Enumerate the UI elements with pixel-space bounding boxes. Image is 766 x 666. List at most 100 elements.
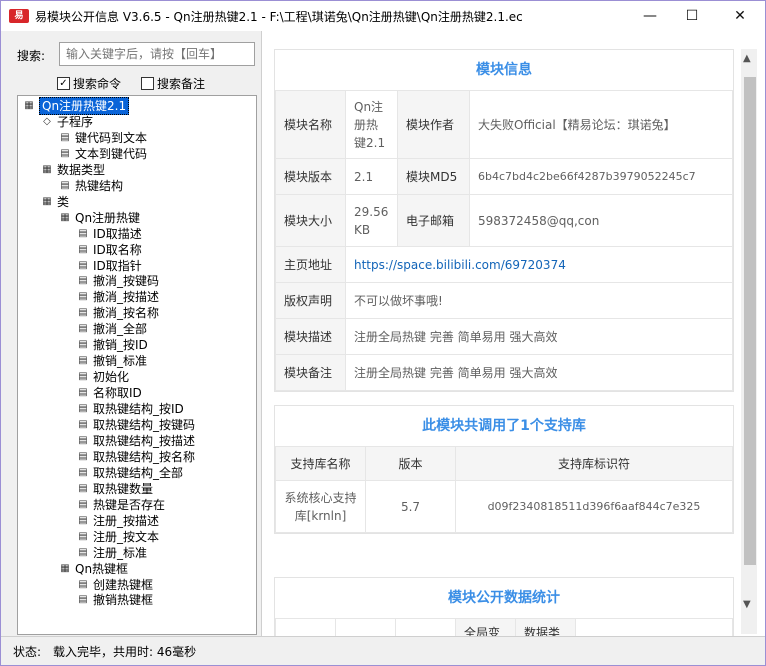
method-icon: ▤: [78, 530, 88, 542]
scroll-up-icon[interactable]: ▲: [743, 53, 751, 64]
datatype-icon: ▦: [42, 163, 52, 175]
method-icon: ▤: [60, 179, 70, 191]
tree-item[interactable]: ▤ 初始化: [76, 369, 129, 385]
tree-item-label: ID取名称: [93, 242, 142, 257]
search-input[interactable]: [59, 42, 255, 66]
tree-item-label: 创建热键框: [93, 577, 154, 592]
tree-item[interactable]: ▦ Qn注册热键: [58, 210, 140, 226]
tree-item-label: 热键结构: [75, 178, 124, 193]
method-icon: ▤: [78, 546, 88, 558]
support-lib-table: 支持库名称 版本 支持库标识符 系统核心支持库[krnln] 5.7 d09f2…: [275, 446, 733, 533]
scroll-down-icon[interactable]: ▼: [743, 599, 751, 610]
tree-item-label: 注册_按文本: [93, 529, 160, 544]
copyright-label: 版权声明: [275, 282, 346, 319]
tree-item[interactable]: ▤ 取热键结构_按名称: [76, 449, 195, 465]
tree-item[interactable]: ▤ 撤消_按描述: [76, 289, 159, 305]
tree-item[interactable]: ▤ ID取指针: [76, 258, 142, 274]
version-value: 2.1: [345, 158, 398, 195]
status-text: 载入完毕，共用时: 46毫秒: [53, 644, 197, 659]
tree-item[interactable]: ▤ 撤销_按ID: [76, 337, 148, 353]
checkbox-checked-icon: ✓: [57, 77, 70, 90]
tree-item-label: 撤销_按ID: [93, 338, 148, 353]
stats-card: 模块公开数据统计 全局变 数据类: [274, 577, 734, 636]
tree-item-label: ID取描述: [93, 226, 142, 241]
tree-item[interactable]: ▤ 取热键结构_全部: [76, 465, 183, 481]
tree-item[interactable]: ▤ 注册_标准: [76, 545, 147, 561]
vertical-scrollbar[interactable]: ▲ ▼: [741, 49, 757, 634]
email-value: 598372458@qq,con: [469, 194, 733, 247]
search-note-checkbox[interactable]: 搜索备注: [141, 75, 205, 92]
method-icon: ▤: [78, 434, 88, 446]
stats-col-b: 数据类: [515, 618, 576, 636]
tree-item[interactable]: ▤ ID取名称: [76, 242, 142, 258]
tree-item-label: 撤消_按描述: [93, 290, 160, 305]
tree-item[interactable]: ▤ ID取描述: [76, 226, 142, 242]
tree-item[interactable]: ▤ 取热键结构_按键码: [76, 417, 195, 433]
method-icon: ▤: [78, 514, 88, 526]
tree-item[interactable]: ▦ Qn注册热键2.1: [22, 97, 130, 115]
method-icon: ▤: [78, 498, 88, 510]
name-label: 模块名称: [275, 90, 346, 159]
tree-item-label: 取热键结构_全部: [93, 465, 184, 480]
tree-item[interactable]: ▤ 撤销_标准: [76, 353, 147, 369]
scroll-thumb[interactable]: [744, 77, 756, 565]
tree-item[interactable]: ▤ 热键结构: [58, 178, 123, 194]
tree-item[interactable]: ▤ 取热键结构_按ID: [76, 401, 184, 417]
tree-item[interactable]: ▤ 文本到键代码: [58, 146, 147, 162]
tree-item[interactable]: ▤ 键代码到文本: [58, 130, 147, 146]
tree-item[interactable]: ▦ Qn热键框: [58, 561, 128, 577]
module-info-card: 模块信息 模块名称 Qn注册热键2.1 模块作者 大失败Official【精易论…: [274, 49, 734, 392]
tree-item[interactable]: ▤ 撤销热键框: [76, 592, 153, 608]
tree-item[interactable]: ▤ 取热键结构_按描述: [76, 433, 195, 449]
search-command-label: 搜索命令: [73, 77, 122, 91]
tree-item[interactable]: ◇ 子程序: [40, 114, 93, 130]
checkbox-unchecked-icon: [141, 77, 154, 90]
module-icon: ▦: [24, 100, 34, 111]
tree-item-label: 撤销热键框: [93, 593, 154, 608]
method-icon: ▤: [78, 259, 88, 271]
col-lib-name: 支持库名称: [275, 446, 366, 481]
table-row: 系统核心支持库[krnln] 5.7 d09f2340818511d396f6a…: [275, 480, 733, 533]
method-icon: ▤: [78, 578, 88, 590]
search-command-checkbox[interactable]: ✓ 搜索命令: [57, 75, 121, 92]
module-info-table: 模块名称 Qn注册热键2.1 模块作者 大失败Official【精易论坛：琪诺兔…: [275, 90, 733, 391]
name-value: Qn注册热键2.1: [345, 90, 398, 159]
tree-item[interactable]: ▤ 撤消_按键码: [76, 273, 159, 289]
tree-item-label: 撤销_标准: [93, 354, 148, 369]
col-lib-id: 支持库标识符: [455, 446, 733, 481]
status-label: 状态:: [13, 644, 42, 659]
tree-item[interactable]: ▤ 热键是否存在: [76, 497, 165, 513]
tree-item-label: 注册_标准: [93, 545, 148, 560]
method-icon: ▤: [78, 594, 88, 606]
lib-name: 系统核心支持库[krnln]: [275, 480, 366, 533]
tree-item[interactable]: ▦ 类: [40, 194, 69, 210]
tree-item-label: 名称取ID: [93, 386, 142, 401]
tree-item-label: 键代码到文本: [75, 130, 148, 145]
tree-item[interactable]: ▤ 撤消_按名称: [76, 305, 159, 321]
method-icon: ▤: [78, 419, 88, 430]
note-value: 注册全局热键 完善 简单易用 强大高效: [345, 354, 733, 391]
main-window: 易 易模块公开信息 V3.6.5 - Qn注册热键2.1 - F:\工程\琪诺兔…: [0, 0, 766, 666]
close-button[interactable]: ✕: [717, 1, 763, 31]
tree-item[interactable]: ▦ 数据类型: [40, 162, 105, 178]
tree-item[interactable]: ▤ 撤消_全部: [76, 321, 147, 337]
method-icon: ▤: [78, 243, 88, 255]
home-link[interactable]: https://space.bilibili.com/69720374: [345, 246, 733, 283]
minimize-button[interactable]: —: [627, 1, 673, 31]
maximize-button[interactable]: ☐: [669, 1, 715, 31]
info-panel[interactable]: 模块信息 模块名称 Qn注册热键2.1 模块作者 大失败Official【精易论…: [261, 31, 765, 636]
module-tree[interactable]: ▦ Qn注册热键2.1 ◇ 子程序 ▤ 键代码到文本 ▤ 文本到键代码 ▦ 数据类型 ▤ 热键结构 ▦ 类…: [17, 95, 257, 635]
tree-item[interactable]: ▤ 创建热键框: [76, 577, 153, 593]
tree-item-label: 子程序: [57, 114, 94, 129]
tree-item[interactable]: ▤ 注册_按描述: [76, 513, 159, 529]
title-bar[interactable]: 易 易模块公开信息 V3.6.5 - Qn注册热键2.1 - F:\工程\琪诺兔…: [1, 1, 765, 31]
size-label: 模块大小: [275, 194, 346, 247]
size-value: 29.56 KB: [345, 194, 398, 247]
method-icon: ▤: [78, 466, 88, 478]
module-info-title: 模块信息: [476, 62, 532, 78]
method-icon: ▤: [78, 482, 88, 494]
tree-item-label: 取热键数量: [93, 481, 154, 496]
tree-item[interactable]: ▤ 注册_按文本: [76, 529, 159, 545]
tree-item[interactable]: ▤ 取热键数量: [76, 481, 153, 497]
tree-item[interactable]: ▤ 名称取ID: [76, 385, 142, 401]
